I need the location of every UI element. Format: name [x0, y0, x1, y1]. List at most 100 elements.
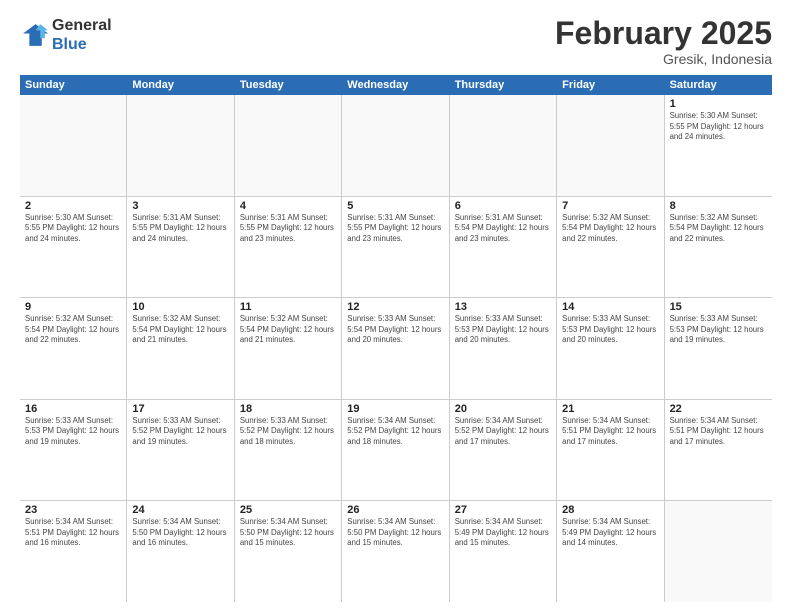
week-row-5: 23Sunrise: 5:34 AM Sunset: 5:51 PM Dayli…: [20, 501, 772, 602]
header-day-sunday: Sunday: [20, 75, 127, 95]
day-number: 24: [132, 504, 228, 516]
header-day-wednesday: Wednesday: [342, 75, 449, 95]
day-info: Sunrise: 5:34 AM Sunset: 5:51 PM Dayligh…: [25, 517, 121, 549]
day-cell-8: 8Sunrise: 5:32 AM Sunset: 5:54 PM Daylig…: [665, 197, 772, 298]
day-cell-5: 5Sunrise: 5:31 AM Sunset: 5:55 PM Daylig…: [342, 197, 449, 298]
day-info: Sunrise: 5:32 AM Sunset: 5:54 PM Dayligh…: [562, 213, 658, 245]
calendar: SundayMondayTuesdayWednesdayThursdayFrid…: [20, 75, 772, 602]
month-title: February 2025: [555, 16, 772, 51]
empty-cell: [557, 95, 664, 196]
day-number: 11: [240, 301, 336, 313]
empty-cell: [342, 95, 449, 196]
day-number: 28: [562, 504, 658, 516]
day-cell-22: 22Sunrise: 5:34 AM Sunset: 5:51 PM Dayli…: [665, 400, 772, 501]
day-cell-2: 2Sunrise: 5:30 AM Sunset: 5:55 PM Daylig…: [20, 197, 127, 298]
day-info: Sunrise: 5:34 AM Sunset: 5:50 PM Dayligh…: [240, 517, 336, 549]
empty-cell: [665, 501, 772, 602]
day-cell-27: 27Sunrise: 5:34 AM Sunset: 5:49 PM Dayli…: [450, 501, 557, 602]
day-number: 4: [240, 200, 336, 212]
page: General Blue February 2025 Gresik, Indon…: [0, 0, 792, 612]
logo-icon: [20, 21, 48, 49]
day-info: Sunrise: 5:33 AM Sunset: 5:54 PM Dayligh…: [347, 314, 443, 346]
day-number: 8: [670, 200, 767, 212]
day-number: 17: [132, 403, 228, 415]
day-info: Sunrise: 5:33 AM Sunset: 5:53 PM Dayligh…: [562, 314, 658, 346]
day-cell-17: 17Sunrise: 5:33 AM Sunset: 5:52 PM Dayli…: [127, 400, 234, 501]
day-number: 16: [25, 403, 121, 415]
day-info: Sunrise: 5:31 AM Sunset: 5:55 PM Dayligh…: [240, 213, 336, 245]
calendar-header: SundayMondayTuesdayWednesdayThursdayFrid…: [20, 75, 772, 95]
day-cell-24: 24Sunrise: 5:34 AM Sunset: 5:50 PM Dayli…: [127, 501, 234, 602]
day-cell-23: 23Sunrise: 5:34 AM Sunset: 5:51 PM Dayli…: [20, 501, 127, 602]
day-cell-14: 14Sunrise: 5:33 AM Sunset: 5:53 PM Dayli…: [557, 298, 664, 399]
day-number: 9: [25, 301, 121, 313]
logo-text: General Blue: [52, 16, 112, 54]
day-cell-21: 21Sunrise: 5:34 AM Sunset: 5:51 PM Dayli…: [557, 400, 664, 501]
day-cell-6: 6Sunrise: 5:31 AM Sunset: 5:54 PM Daylig…: [450, 197, 557, 298]
day-info: Sunrise: 5:32 AM Sunset: 5:54 PM Dayligh…: [25, 314, 121, 346]
day-number: 10: [132, 301, 228, 313]
day-info: Sunrise: 5:31 AM Sunset: 5:55 PM Dayligh…: [347, 213, 443, 245]
day-info: Sunrise: 5:32 AM Sunset: 5:54 PM Dayligh…: [670, 213, 767, 245]
day-number: 21: [562, 403, 658, 415]
day-info: Sunrise: 5:33 AM Sunset: 5:53 PM Dayligh…: [25, 416, 121, 448]
day-info: Sunrise: 5:32 AM Sunset: 5:54 PM Dayligh…: [240, 314, 336, 346]
day-number: 19: [347, 403, 443, 415]
header-day-tuesday: Tuesday: [235, 75, 342, 95]
day-cell-12: 12Sunrise: 5:33 AM Sunset: 5:54 PM Dayli…: [342, 298, 449, 399]
day-info: Sunrise: 5:30 AM Sunset: 5:55 PM Dayligh…: [670, 111, 767, 143]
location: Gresik, Indonesia: [555, 51, 772, 67]
day-number: 3: [132, 200, 228, 212]
day-cell-26: 26Sunrise: 5:34 AM Sunset: 5:50 PM Dayli…: [342, 501, 449, 602]
logo: General Blue: [20, 16, 112, 54]
day-cell-1: 1Sunrise: 5:30 AM Sunset: 5:55 PM Daylig…: [665, 95, 772, 196]
day-info: Sunrise: 5:33 AM Sunset: 5:53 PM Dayligh…: [670, 314, 767, 346]
day-number: 18: [240, 403, 336, 415]
header-day-friday: Friday: [557, 75, 664, 95]
day-number: 5: [347, 200, 443, 212]
day-number: 13: [455, 301, 551, 313]
day-info: Sunrise: 5:33 AM Sunset: 5:53 PM Dayligh…: [455, 314, 551, 346]
day-info: Sunrise: 5:34 AM Sunset: 5:52 PM Dayligh…: [347, 416, 443, 448]
empty-cell: [20, 95, 127, 196]
day-number: 23: [25, 504, 121, 516]
day-cell-10: 10Sunrise: 5:32 AM Sunset: 5:54 PM Dayli…: [127, 298, 234, 399]
day-info: Sunrise: 5:33 AM Sunset: 5:52 PM Dayligh…: [240, 416, 336, 448]
day-cell-9: 9Sunrise: 5:32 AM Sunset: 5:54 PM Daylig…: [20, 298, 127, 399]
day-info: Sunrise: 5:34 AM Sunset: 5:51 PM Dayligh…: [670, 416, 767, 448]
day-cell-3: 3Sunrise: 5:31 AM Sunset: 5:55 PM Daylig…: [127, 197, 234, 298]
day-info: Sunrise: 5:34 AM Sunset: 5:50 PM Dayligh…: [347, 517, 443, 549]
week-row-4: 16Sunrise: 5:33 AM Sunset: 5:53 PM Dayli…: [20, 400, 772, 502]
empty-cell: [235, 95, 342, 196]
day-cell-11: 11Sunrise: 5:32 AM Sunset: 5:54 PM Dayli…: [235, 298, 342, 399]
day-info: Sunrise: 5:31 AM Sunset: 5:55 PM Dayligh…: [132, 213, 228, 245]
day-number: 20: [455, 403, 551, 415]
day-cell-20: 20Sunrise: 5:34 AM Sunset: 5:52 PM Dayli…: [450, 400, 557, 501]
day-number: 7: [562, 200, 658, 212]
header-day-monday: Monday: [127, 75, 234, 95]
day-cell-7: 7Sunrise: 5:32 AM Sunset: 5:54 PM Daylig…: [557, 197, 664, 298]
empty-cell: [127, 95, 234, 196]
week-row-3: 9Sunrise: 5:32 AM Sunset: 5:54 PM Daylig…: [20, 298, 772, 400]
header-day-thursday: Thursday: [450, 75, 557, 95]
day-number: 15: [670, 301, 767, 313]
day-number: 25: [240, 504, 336, 516]
day-cell-18: 18Sunrise: 5:33 AM Sunset: 5:52 PM Dayli…: [235, 400, 342, 501]
day-info: Sunrise: 5:34 AM Sunset: 5:52 PM Dayligh…: [455, 416, 551, 448]
day-cell-4: 4Sunrise: 5:31 AM Sunset: 5:55 PM Daylig…: [235, 197, 342, 298]
day-cell-19: 19Sunrise: 5:34 AM Sunset: 5:52 PM Dayli…: [342, 400, 449, 501]
title-block: February 2025 Gresik, Indonesia: [555, 16, 772, 67]
header-day-saturday: Saturday: [665, 75, 772, 95]
day-number: 2: [25, 200, 121, 212]
day-number: 12: [347, 301, 443, 313]
week-row-2: 2Sunrise: 5:30 AM Sunset: 5:55 PM Daylig…: [20, 197, 772, 299]
day-cell-25: 25Sunrise: 5:34 AM Sunset: 5:50 PM Dayli…: [235, 501, 342, 602]
day-number: 14: [562, 301, 658, 313]
day-number: 27: [455, 504, 551, 516]
day-info: Sunrise: 5:34 AM Sunset: 5:49 PM Dayligh…: [562, 517, 658, 549]
day-cell-13: 13Sunrise: 5:33 AM Sunset: 5:53 PM Dayli…: [450, 298, 557, 399]
day-info: Sunrise: 5:34 AM Sunset: 5:51 PM Dayligh…: [562, 416, 658, 448]
week-row-1: 1Sunrise: 5:30 AM Sunset: 5:55 PM Daylig…: [20, 95, 772, 197]
day-cell-28: 28Sunrise: 5:34 AM Sunset: 5:49 PM Dayli…: [557, 501, 664, 602]
empty-cell: [450, 95, 557, 196]
